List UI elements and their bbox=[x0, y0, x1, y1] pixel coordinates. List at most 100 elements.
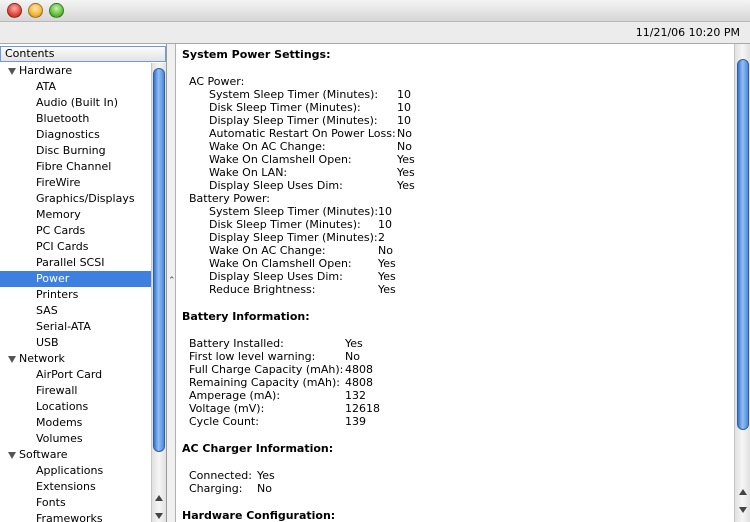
sidebar-item[interactable]: AirPort Card bbox=[0, 367, 151, 383]
report-datetime: 11/21/06 10:20 PM bbox=[635, 26, 740, 39]
property-value: No bbox=[345, 350, 360, 363]
property-label: System Sleep Timer (Minutes): bbox=[209, 205, 379, 218]
section-title: AC Charger Information: bbox=[182, 442, 334, 455]
sidebar-item-label: Diagnostics bbox=[36, 128, 100, 141]
sidebar-scroll-up-icon[interactable] bbox=[155, 495, 163, 501]
property-label: System Sleep Timer (Minutes): bbox=[209, 88, 379, 101]
sidebar-item[interactable]: PC Cards bbox=[0, 223, 151, 239]
sidebar-item[interactable]: ATA bbox=[0, 79, 151, 95]
property-label: Amperage (mA): bbox=[189, 389, 281, 402]
property-label: Cycle Count: bbox=[189, 415, 259, 428]
sidebar-item[interactable]: PCI Cards bbox=[0, 239, 151, 255]
sidebar-item-label: Locations bbox=[36, 400, 89, 413]
sidebar-item-label: Bluetooth bbox=[36, 112, 90, 125]
sidebar-scroll-down-icon[interactable] bbox=[155, 513, 163, 519]
content-scroll-up-icon[interactable] bbox=[739, 489, 747, 495]
sidebar-category[interactable]: Hardware bbox=[0, 63, 151, 79]
sidebar-item[interactable]: Power bbox=[0, 271, 151, 287]
sidebar-category[interactable]: Software bbox=[0, 447, 151, 463]
sidebar-item[interactable]: Graphics/Displays bbox=[0, 191, 151, 207]
disclosure-triangle-icon[interactable] bbox=[8, 68, 16, 75]
disclosure-triangle-icon[interactable] bbox=[8, 452, 16, 459]
sidebar-item[interactable]: Bluetooth bbox=[0, 111, 151, 127]
sidebar-item[interactable]: Parallel SCSI bbox=[0, 255, 151, 271]
property-value: 10 bbox=[397, 88, 411, 101]
property-label: Disk Sleep Timer (Minutes): bbox=[209, 218, 361, 231]
property-value: 10 bbox=[397, 114, 411, 127]
property-value: No bbox=[378, 244, 393, 257]
sidebar-item[interactable]: Diagnostics bbox=[0, 127, 151, 143]
sidebar-item-label: Hardware bbox=[19, 64, 73, 77]
content-scroll-down-icon[interactable] bbox=[739, 507, 747, 513]
close-window-icon[interactable] bbox=[7, 3, 22, 18]
contents-column-header[interactable]: Contents bbox=[0, 46, 166, 62]
sidebar-item-label: Applications bbox=[36, 464, 104, 477]
property-value: 4808 bbox=[345, 376, 373, 389]
sidebar-item[interactable]: Memory bbox=[0, 207, 151, 223]
sidebar-item[interactable]: FireWire bbox=[0, 175, 151, 191]
property-label: Wake On LAN: bbox=[209, 166, 288, 179]
sidebar-item[interactable]: Serial-ATA bbox=[0, 319, 151, 335]
property-value: 4808 bbox=[345, 363, 373, 376]
sidebar-item-label: Power bbox=[36, 272, 70, 285]
sidebar-item[interactable]: Applications bbox=[0, 463, 151, 479]
property-value: No bbox=[257, 482, 272, 495]
sidebar-item[interactable]: Firewall bbox=[0, 383, 151, 399]
property-label: Automatic Restart On Power Loss: bbox=[209, 127, 396, 140]
contents-sidebar: Contents Hardware ATA Audio (Built In) Blue… bbox=[0, 44, 167, 522]
sidebar-item-label: Fonts bbox=[36, 496, 66, 509]
property-label: Wake On Clamshell Open: bbox=[209, 257, 352, 270]
sidebar-item[interactable]: Printers bbox=[0, 287, 151, 303]
property-value: 132 bbox=[345, 389, 366, 402]
sidebar-item[interactable]: Fonts bbox=[0, 495, 151, 511]
property-label: Connected: bbox=[189, 469, 252, 482]
sidebar-item[interactable]: Disc Burning bbox=[0, 143, 151, 159]
contents-tree: Hardware ATA Audio (Built In) Bluetooth Diag… bbox=[0, 63, 151, 522]
sidebar-item-label: ATA bbox=[36, 80, 57, 93]
property-value: Yes bbox=[257, 469, 275, 482]
title-bar bbox=[0, 0, 750, 22]
sidebar-item-label: Volumes bbox=[36, 432, 83, 445]
disclosure-triangle-icon[interactable] bbox=[8, 356, 16, 363]
property-value: Yes bbox=[397, 166, 415, 179]
content-scroll-thumb[interactable] bbox=[737, 59, 749, 430]
sidebar-scroll-thumb[interactable] bbox=[153, 68, 165, 452]
property-label: Charging: bbox=[189, 482, 243, 495]
info-bar: 11/21/06 10:20 PM bbox=[0, 22, 750, 44]
property-value: 10 bbox=[397, 101, 411, 114]
subsection-label: Battery Power: bbox=[189, 192, 270, 205]
sidebar-item-label: Audio (Built In) bbox=[36, 96, 119, 109]
property-value: 10 bbox=[378, 218, 392, 231]
property-label: Display Sleep Uses Dim: bbox=[209, 270, 343, 283]
sidebar-item[interactable]: Audio (Built In) bbox=[0, 95, 151, 111]
minimize-window-icon[interactable] bbox=[28, 3, 43, 18]
sidebar-item[interactable]: Modems bbox=[0, 415, 151, 431]
sidebar-item-label: PCI Cards bbox=[36, 240, 89, 253]
zoom-window-icon[interactable] bbox=[49, 3, 64, 18]
splitter-handle-icon[interactable]: ⌃ bbox=[168, 276, 176, 286]
property-value: Yes bbox=[397, 153, 415, 166]
sidebar-item-label: Extensions bbox=[36, 480, 96, 493]
sidebar-item[interactable]: SAS bbox=[0, 303, 151, 319]
sidebar-scrollbar[interactable] bbox=[151, 63, 166, 522]
sidebar-item[interactable]: Locations bbox=[0, 399, 151, 415]
sidebar-category[interactable]: Network bbox=[0, 351, 151, 367]
property-value: Yes bbox=[397, 179, 415, 192]
sidebar-item[interactable]: Extensions bbox=[0, 479, 151, 495]
content-scrollbar[interactable] bbox=[734, 44, 750, 522]
sidebar-item-label: AirPort Card bbox=[36, 368, 103, 381]
sidebar-item[interactable]: Fibre Channel bbox=[0, 159, 151, 175]
section-title: Battery Information: bbox=[182, 310, 310, 323]
sidebar-item[interactable]: USB bbox=[0, 335, 151, 351]
property-value: 2 bbox=[378, 231, 385, 244]
property-label: Display Sleep Uses Dim: bbox=[209, 179, 343, 192]
sidebar-item-label: Serial-ATA bbox=[36, 320, 91, 333]
property-label: Reduce Brightness: bbox=[209, 283, 316, 296]
sidebar-item[interactable]: Volumes bbox=[0, 431, 151, 447]
sidebar-item-label: PC Cards bbox=[36, 224, 86, 237]
sidebar-item[interactable]: Frameworks bbox=[0, 511, 151, 522]
property-value: 10 bbox=[378, 205, 392, 218]
sidebar-item-label: Firewall bbox=[36, 384, 78, 397]
sidebar-item-label: Parallel SCSI bbox=[36, 256, 105, 269]
pane-splitter[interactable]: ⌃ bbox=[167, 44, 176, 522]
